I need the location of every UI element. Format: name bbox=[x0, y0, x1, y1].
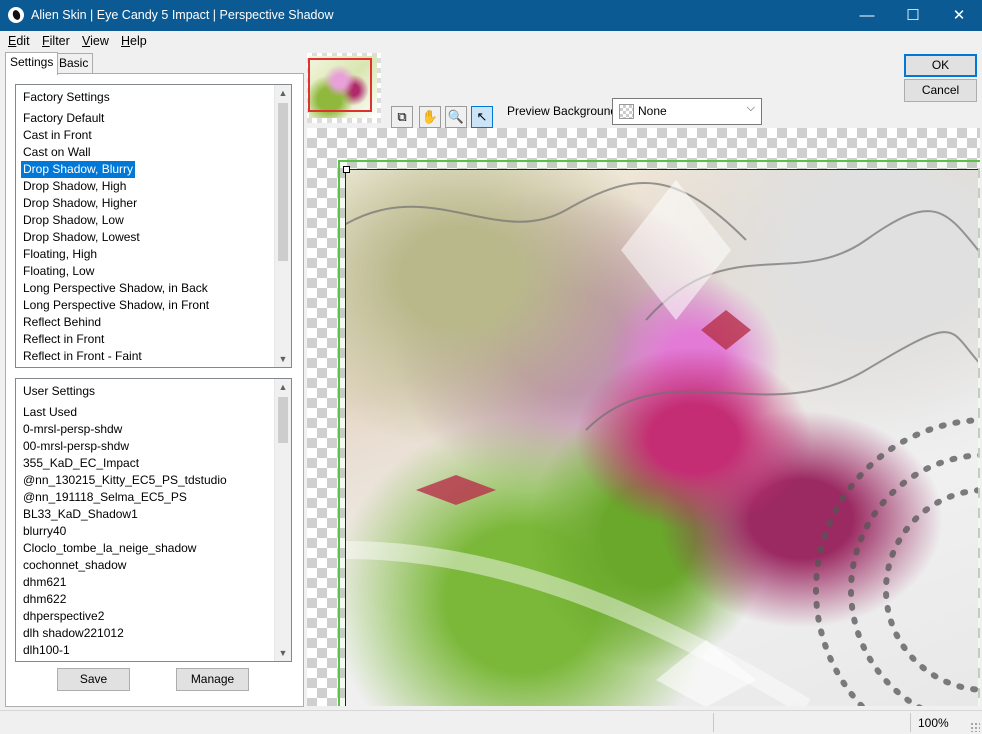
factory-list-scrollbar[interactable]: ▲ ▼ bbox=[274, 85, 291, 367]
maximize-button[interactable]: ☐ bbox=[890, 0, 936, 31]
list-item[interactable]: @nn_191118_Selma_EC5_PS bbox=[21, 489, 189, 506]
list-item[interactable]: dhm621 bbox=[21, 574, 68, 591]
list-item[interactable]: @nn_130215_Kitty_EC5_PS_tdstudio bbox=[21, 472, 229, 489]
title-bar: Alien Skin | Eye Candy 5 Impact | Perspe… bbox=[0, 0, 982, 31]
list-item[interactable]: Cast on Wall bbox=[21, 144, 93, 161]
thumbnail-view-rectangle[interactable] bbox=[308, 58, 372, 112]
cancel-button[interactable]: Cancel bbox=[904, 79, 977, 102]
preview-background-label: Preview Background: bbox=[507, 104, 621, 118]
status-divider bbox=[713, 713, 714, 732]
list-item[interactable]: 355_KaD_EC_Impact bbox=[21, 455, 141, 472]
menu-filter[interactable]: Filter bbox=[42, 34, 70, 48]
list-item[interactable]: Factory Default bbox=[21, 110, 106, 127]
ok-button[interactable]: OK bbox=[904, 54, 977, 77]
list-item[interactable]: Last Used bbox=[21, 404, 79, 421]
status-bar: 100% bbox=[0, 710, 982, 734]
list-item[interactable]: Drop Shadow, Low bbox=[21, 212, 126, 229]
select-arrow-icon[interactable]: ↖ bbox=[471, 106, 493, 128]
menu-view[interactable]: View bbox=[82, 34, 109, 48]
tab-settings[interactable]: Settings bbox=[5, 52, 59, 75]
list-item[interactable]: dlh100-1 bbox=[21, 642, 72, 659]
hand-icon[interactable]: ✋ bbox=[419, 106, 441, 128]
user-settings-header: User Settings bbox=[23, 384, 96, 398]
scroll-up-arrow-icon[interactable]: ▲ bbox=[275, 379, 291, 395]
preview-thumbnail[interactable] bbox=[307, 53, 381, 123]
toggle-preview-icon[interactable]: ⧉ bbox=[391, 106, 413, 128]
scroll-up-arrow-icon[interactable]: ▲ bbox=[275, 85, 291, 101]
factory-settings-list[interactable]: Factory Settings Factory Default Cast in… bbox=[15, 84, 292, 368]
window-title: Alien Skin | Eye Candy 5 Impact | Perspe… bbox=[31, 8, 334, 22]
scroll-thumb[interactable] bbox=[278, 103, 288, 261]
chevron-down-icon: ⌵ bbox=[746, 102, 755, 114]
list-item[interactable]: 00-mrsl-persp-shdw bbox=[21, 438, 131, 455]
user-settings-list[interactable]: User Settings Last Used 0-mrsl-persp-shd… bbox=[15, 378, 292, 662]
list-item[interactable]: Cloclo_tombe_la_neige_shadow bbox=[21, 540, 198, 557]
minimize-button[interactable]: — bbox=[844, 0, 890, 31]
close-button[interactable]: ✕ bbox=[936, 0, 982, 31]
list-item[interactable]: Cast in Front bbox=[21, 127, 94, 144]
list-item[interactable]: blurry40 bbox=[21, 523, 68, 540]
scroll-down-arrow-icon[interactable]: ▼ bbox=[275, 351, 291, 367]
manage-button[interactable]: Manage bbox=[176, 668, 249, 691]
resize-grip-icon[interactable] bbox=[970, 722, 980, 732]
menu-bar: Edit Filter View Help bbox=[0, 31, 982, 51]
zoom-icon[interactable]: 🔍 bbox=[445, 106, 467, 128]
list-item[interactable]: BL33_KaD_Shadow1 bbox=[21, 506, 140, 523]
list-item[interactable]: Drop Shadow, Lowest bbox=[21, 229, 142, 246]
tab-basic[interactable]: Basic bbox=[54, 53, 94, 74]
user-list-scrollbar[interactable]: ▲ ▼ bbox=[274, 379, 291, 661]
list-item[interactable]: dhm622 bbox=[21, 591, 68, 608]
preview-artwork bbox=[346, 180, 978, 706]
preview-image bbox=[345, 169, 978, 706]
scroll-down-arrow-icon[interactable]: ▼ bbox=[275, 645, 291, 661]
factory-settings-header: Factory Settings bbox=[23, 90, 110, 104]
list-item[interactable]: Reflect in Front - Faint bbox=[21, 348, 144, 365]
list-item[interactable]: Long Perspective Shadow, in Back bbox=[21, 280, 210, 297]
status-divider bbox=[910, 713, 911, 732]
preview-background-dropdown[interactable]: None ⌵ bbox=[612, 98, 762, 125]
scroll-thumb[interactable] bbox=[278, 397, 288, 443]
zoom-level: 100% bbox=[918, 716, 949, 730]
list-item[interactable]: dhperspective2 bbox=[21, 608, 106, 625]
list-item[interactable]: Floating, High bbox=[21, 246, 99, 263]
list-item[interactable]: dlh shadow221012 bbox=[21, 625, 126, 642]
list-item[interactable]: Drop Shadow, High bbox=[21, 178, 128, 195]
preview-canvas[interactable] bbox=[307, 128, 980, 706]
list-item[interactable]: Reflect Behind bbox=[21, 314, 103, 331]
alien-skin-app-icon bbox=[8, 7, 24, 23]
menu-help[interactable]: Help bbox=[121, 34, 147, 48]
list-item[interactable]: Floating, Low bbox=[21, 263, 96, 280]
transparency-swatch-icon bbox=[619, 104, 634, 119]
list-item[interactable]: Reflect in Front bbox=[21, 331, 106, 348]
list-item[interactable]: cochonnet_shadow bbox=[21, 557, 128, 574]
list-item[interactable]: Drop Shadow, Higher bbox=[21, 195, 139, 212]
menu-edit[interactable]: Edit bbox=[8, 34, 30, 48]
preview-background-value: None bbox=[638, 104, 667, 118]
list-item-selected[interactable]: Drop Shadow, Blurry bbox=[21, 161, 136, 178]
save-button[interactable]: Save bbox=[57, 668, 130, 691]
list-item[interactable]: 0-mrsl-persp-shdw bbox=[21, 421, 124, 438]
corner-handle[interactable] bbox=[343, 166, 350, 173]
list-item[interactable]: Long Perspective Shadow, in Front bbox=[21, 297, 211, 314]
